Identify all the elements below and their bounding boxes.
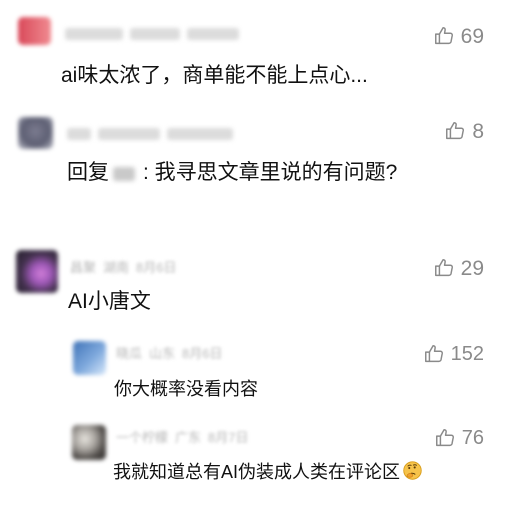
comment-item: 8 回复 : 我寻思文章里说的有问题? bbox=[0, 100, 506, 210]
username-blur bbox=[65, 28, 123, 40]
like-button[interactable]: 76 bbox=[434, 427, 484, 449]
location-blur bbox=[98, 128, 160, 140]
reply-meta: 一个柠檬 广东 8月7日 bbox=[116, 429, 249, 445]
avatar[interactable] bbox=[18, 17, 51, 45]
comment-text: ai味太浓了，商单能不能上点心... bbox=[61, 64, 368, 87]
thumbs-up-icon bbox=[434, 427, 456, 449]
like-button[interactable]: 29 bbox=[433, 257, 484, 279]
like-button[interactable]: 8 bbox=[444, 120, 484, 142]
comment-text: AI小唐文 bbox=[68, 290, 151, 313]
thumbs-up-icon bbox=[433, 25, 455, 47]
comment-meta bbox=[65, 27, 239, 41]
thumbs-up-icon bbox=[444, 120, 466, 142]
thinking-face-icon bbox=[402, 460, 423, 481]
comment-item: 69 ai味太浓了，商单能不能上点心... bbox=[0, 0, 506, 100]
username: 一个柠檬 bbox=[116, 429, 169, 445]
timestamp: 8月7日 bbox=[208, 429, 249, 445]
username-blur bbox=[67, 128, 91, 140]
location: 湖南 bbox=[103, 259, 130, 275]
timestamp: 8月6日 bbox=[182, 345, 223, 361]
reply-item: 一个柠檬 广东 8月7日 76 我就知道总有AI伪装成人类在评论区 bbox=[0, 414, 506, 510]
username: 晓瓜 bbox=[116, 345, 143, 361]
comment-meta: 昌聚 湖南 8月6日 bbox=[70, 259, 177, 275]
date-blur bbox=[167, 128, 233, 140]
comment-meta bbox=[67, 127, 233, 141]
reply-prefix: 回复 bbox=[67, 161, 109, 184]
avatar[interactable] bbox=[18, 117, 53, 149]
comment-thread: { "comments": [ { "id": "c1", "likes": "… bbox=[0, 0, 506, 510]
location: 山东 bbox=[149, 345, 176, 361]
reply-meta: 晓瓜 山东 8月6日 bbox=[116, 345, 223, 361]
username: 昌聚 bbox=[70, 259, 97, 275]
like-count: 69 bbox=[460, 24, 484, 48]
avatar[interactable] bbox=[73, 341, 106, 375]
like-count: 76 bbox=[461, 427, 484, 449]
like-count: 29 bbox=[460, 256, 484, 280]
like-count: 8 bbox=[472, 119, 484, 143]
reply-body: 我就知道总有AI伪装成人类在评论区 bbox=[113, 462, 401, 482]
avatar[interactable] bbox=[72, 425, 106, 460]
thumbs-up-icon bbox=[423, 343, 445, 365]
thumbs-up-icon bbox=[433, 257, 455, 279]
like-count: 152 bbox=[450, 343, 484, 365]
date-blur bbox=[187, 28, 239, 40]
location: 广东 bbox=[175, 429, 202, 445]
reply-target-blur bbox=[113, 167, 135, 181]
location-blur bbox=[130, 28, 180, 40]
reply-text: 你大概率没看内容 bbox=[114, 379, 258, 399]
like-button[interactable]: 152 bbox=[423, 343, 484, 365]
reply-text: 我就知道总有AI伪装成人类在评论区 bbox=[113, 458, 423, 486]
like-button[interactable]: 69 bbox=[433, 25, 484, 47]
reply-item: 晓瓜 山东 8月6日 152 你大概率没看内容 bbox=[0, 330, 506, 414]
avatar[interactable] bbox=[16, 250, 58, 293]
timestamp: 8月6日 bbox=[136, 259, 177, 275]
comment-text: 回复 : 我寻思文章里说的有问题? bbox=[67, 159, 397, 187]
comment-body: : 我寻思文章里说的有问题? bbox=[143, 161, 398, 184]
